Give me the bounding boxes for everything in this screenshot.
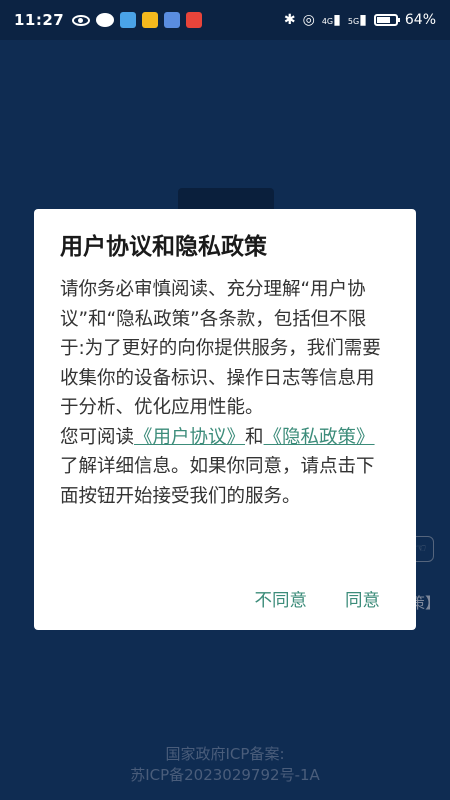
mail-icon [142,12,159,28]
dialog-title: 用户协议和隐私政策 [60,234,267,260]
privacy-dialog: 用户协议和隐私政策 请你务必审慎阅读、充分理解“用户协议”和“隐私政策”各条款，… [34,209,416,630]
eye-icon [72,14,91,26]
signal-5g-icon: 5G▮ [347,12,367,28]
app-notification-icon [120,12,137,28]
network-5g-label: 5G [347,17,360,26]
dialog-body-suffix: 了解详细信息。如果你同意，请点击下面按钮开始接受我们的服务。 [60,456,375,507]
dialog-body: 请你务必审慎阅读、充分理解“用户协议”和“隐私政策”各条款，包括但不限于:为了更… [60,275,390,511]
footer-line2: 苏ICP备2023029792号-1A [130,766,320,784]
battery-icon [373,14,400,26]
user-agreement-link[interactable]: 《用户协议》 [134,427,245,448]
dialog-body-prefix: 您可阅读 [60,426,135,448]
dialog-body-and: 和 [245,426,264,448]
network-4g-label: 4G [321,17,334,26]
app-notification-icon [186,12,203,28]
wechat-icon [96,13,115,27]
dialog-actions: 不同意 同意 [255,587,381,612]
signal-4g-icon: 4G▮ [321,12,341,28]
notification-icons [72,12,203,28]
footer: 国家政府ICP备案: 苏ICP备2023029792号-1A [0,744,450,786]
status-bar: 11:27 ✱ ◎ 4G▮ 5G▮ 64% [0,0,450,40]
agree-button[interactable]: 同意 [345,587,380,612]
status-right: ✱ ◎ 4G▮ 5G▮ 64% [284,12,436,28]
battery-percent: 64% [404,12,436,28]
hotspot-icon: ◎ [302,12,315,28]
privacy-policy-link[interactable]: 《隐私政策》 [264,427,375,448]
dialog-body-text: 请你务必审慎阅读、充分理解“用户协议”和“隐私政策”各条款，包括但不限于:为了更… [60,279,381,418]
bluetooth-icon: ✱ [283,12,296,28]
disagree-button[interactable]: 不同意 [255,587,308,612]
status-time: 11:27 [14,11,65,29]
footer-line1: 国家政府ICP备案: [165,745,285,763]
app-notification-icon [164,12,181,28]
